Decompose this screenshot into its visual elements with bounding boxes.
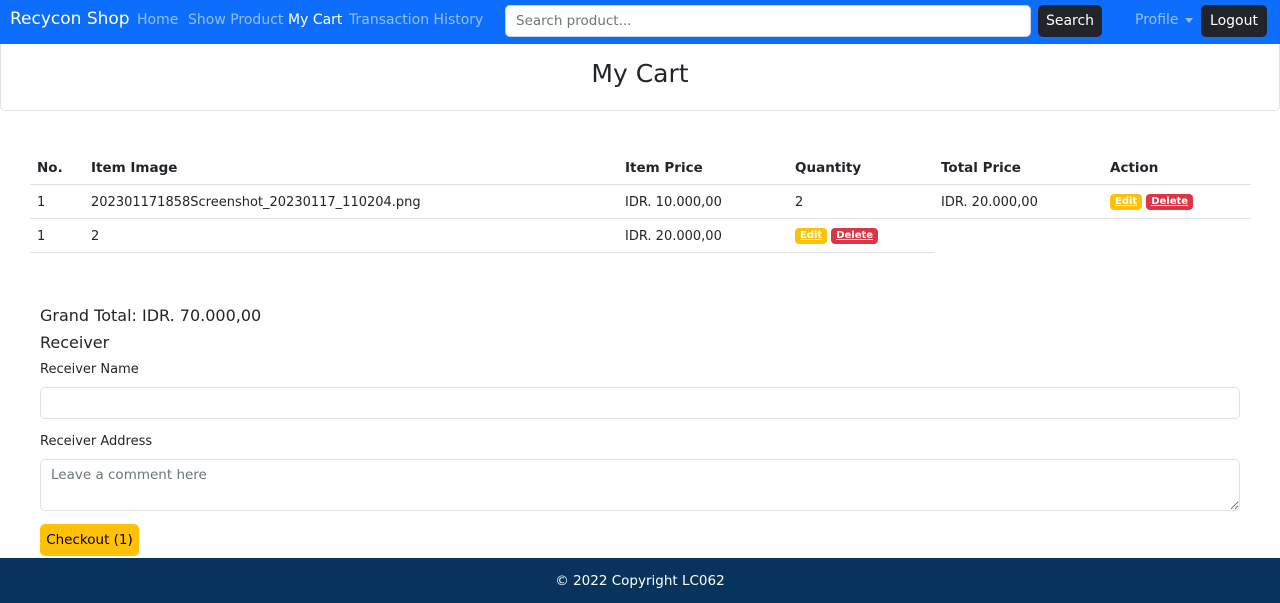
receiver-address-label: Receiver Address [40, 434, 153, 449]
row-total-price: IDR. 20.000,00 [941, 194, 1038, 210]
row-quantity: 2 [795, 194, 804, 210]
navbar: Recycon Shop Home Show Product My Cart T… [0, 0, 1280, 44]
receiver-heading: Receiver [40, 333, 110, 352]
profile-dropdown[interactable]: Profile [1135, 12, 1193, 28]
nav-link-my-cart[interactable]: My Cart [288, 12, 342, 28]
nav-link-home[interactable]: Home [137, 12, 178, 28]
row-actions: Edit Delete [795, 219, 882, 253]
profile-label: Profile [1135, 12, 1179, 28]
row-item-price: IDR. 20.000,00 [625, 228, 722, 244]
row-item-image: 202301171858Screenshot_20230117_110204.p… [91, 194, 421, 210]
caret-down-icon [1184, 18, 1193, 23]
search-button[interactable]: Search [1038, 5, 1102, 37]
table-row: 1 2 IDR. 20.000,00 Edit Delete [30, 219, 934, 253]
column-header-total-price: Total Price [941, 160, 1021, 176]
receiver-name-label: Receiver Name [40, 362, 139, 377]
nav-link-transaction-history[interactable]: Transaction History [349, 12, 483, 28]
column-header-quantity: Quantity [795, 160, 862, 176]
table-row: 1 202301171858Screenshot_20230117_110204… [30, 185, 1251, 219]
page-header-card: My Cart [0, 44, 1280, 111]
row-item-image: 2 [91, 228, 100, 244]
search-input[interactable] [505, 5, 1031, 37]
nav-link-show-product[interactable]: Show Product [188, 12, 283, 28]
column-header-item-price: Item Price [625, 160, 703, 176]
copyright-text: © 2022 Copyright LC062 [555, 572, 725, 589]
edit-button[interactable]: Edit [1110, 194, 1143, 210]
row-actions: Edit Delete [1110, 185, 1197, 219]
row-item-price: IDR. 10.000,00 [625, 194, 722, 210]
delete-button[interactable]: Delete [1146, 194, 1194, 210]
delete-button[interactable]: Delete [831, 228, 879, 244]
column-header-action: Action [1110, 160, 1159, 176]
footer: © 2022 Copyright LC062 [0, 558, 1280, 603]
column-header-item-image: Item Image [91, 160, 178, 176]
edit-button[interactable]: Edit [795, 228, 828, 244]
row-no: 1 [37, 228, 46, 244]
checkout-button[interactable]: Checkout (1) [40, 524, 139, 556]
column-header-no: No. [37, 160, 63, 176]
logout-button[interactable]: Logout [1201, 5, 1267, 37]
row-no: 1 [37, 194, 46, 210]
page-title: My Cart [591, 58, 689, 88]
receiver-name-input[interactable] [40, 387, 1240, 419]
receiver-address-textarea[interactable] [40, 459, 1240, 511]
table-header-row: No. Item Image Item Price Quantity Total… [30, 151, 1251, 185]
grand-total: Grand Total: IDR. 70.000,00 [40, 306, 262, 325]
brand-logo[interactable]: Recycon Shop [10, 9, 130, 29]
